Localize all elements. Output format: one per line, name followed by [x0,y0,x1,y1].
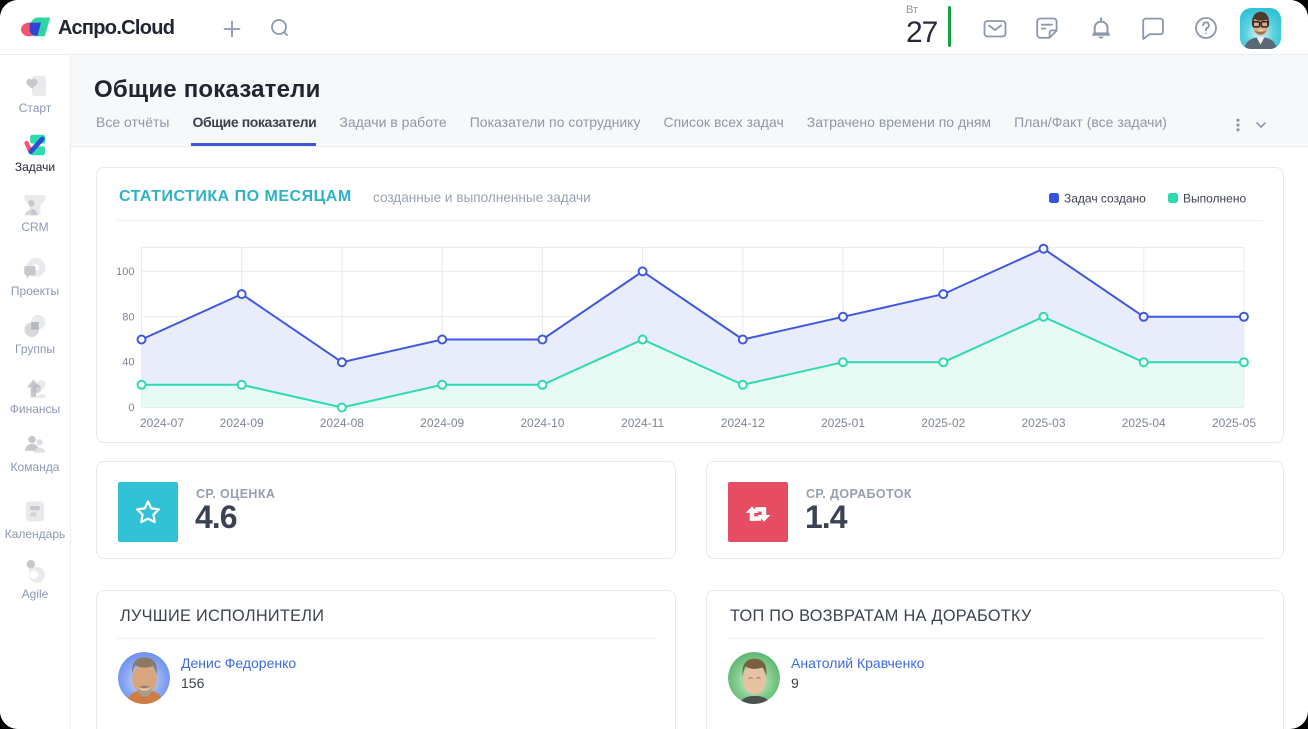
svg-text:100: 100 [116,266,134,278]
svg-text:Выполнено: Выполнено [1183,192,1246,206]
svg-text:2025-03: 2025-03 [1021,416,1065,430]
svg-text:2025-01: 2025-01 [821,416,865,430]
svg-text:2024-11: 2024-11 [621,416,664,430]
svg-text:0: 0 [128,402,134,414]
svg-text:2024-08: 2024-08 [320,416,364,430]
svg-text:2024-12: 2024-12 [721,416,765,430]
svg-text:2024-09: 2024-09 [220,416,264,430]
svg-text:80: 80 [122,311,134,323]
svg-text:40: 40 [122,357,134,369]
svg-text:2025-02: 2025-02 [921,416,965,430]
svg-text:2024-09: 2024-09 [420,416,464,430]
svg-text:2024-07: 2024-07 [140,416,184,430]
svg-text:2025-04: 2025-04 [1122,416,1166,430]
svg-text:2024-10: 2024-10 [520,416,564,430]
svg-text:2025-05: 2025-05 [1212,416,1256,430]
svg-text:Задач создано: Задач создано [1064,192,1146,206]
